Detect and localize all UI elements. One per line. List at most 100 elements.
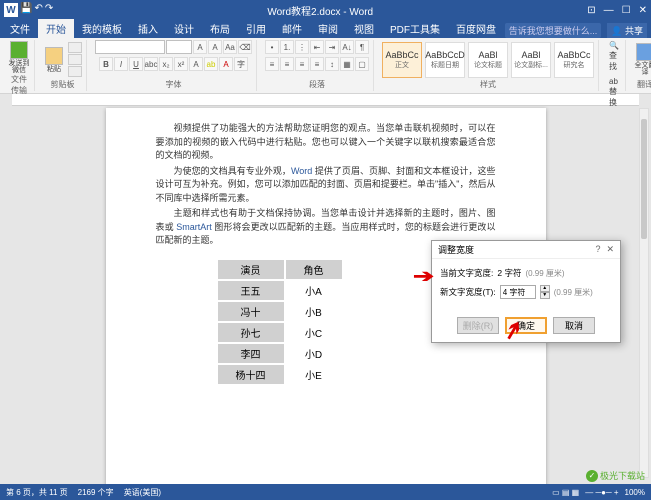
shrink-font-button[interactable]: A — [208, 40, 222, 54]
ruler[interactable] — [12, 94, 639, 106]
grow-font-button[interactable]: A — [193, 40, 207, 54]
table-row: 冯十小B — [218, 302, 342, 321]
styles-gallery[interactable]: AaBbCc正文 AaBbCcD标题日期 AaBl论文标题 AaBl论文副标..… — [382, 40, 594, 79]
current-width-label: 当前文字宽度: — [440, 267, 493, 279]
format-painter-button[interactable] — [68, 66, 82, 77]
numbering-button[interactable]: 1. — [280, 40, 294, 54]
table-row: 演员角色 — [218, 260, 342, 279]
tab-insert[interactable]: 插入 — [130, 19, 166, 38]
char-shading-button[interactable]: 字 — [234, 57, 248, 71]
dialog-close-icon[interactable]: ✕ — [606, 244, 614, 255]
tab-layout[interactable]: 布局 — [202, 19, 238, 38]
align-left-button[interactable]: ≡ — [265, 57, 279, 71]
sort-button[interactable]: A↓ — [340, 40, 354, 54]
tab-mail[interactable]: 邮件 — [274, 19, 310, 38]
font-color-button[interactable]: A — [219, 57, 233, 71]
tab-baidu[interactable]: 百度网盘 — [448, 19, 504, 38]
qa-undo-icon[interactable]: ↶ — [34, 3, 42, 17]
window-help-icon[interactable]: ⊡ — [587, 5, 595, 16]
tab-file[interactable]: 文件 — [2, 19, 38, 38]
vertical-scrollbar[interactable] — [639, 108, 649, 478]
status-bar: 第 6 页，共 11 页 2169 个字 英语(美国) ▭ ▤ ▦ — ─●─ … — [0, 484, 651, 500]
subscript-button[interactable]: x₂ — [159, 57, 173, 71]
bullets-button[interactable]: • — [265, 40, 279, 54]
style-2[interactable]: AaBl论文标题 — [468, 42, 508, 78]
table-row: 杨十四小E — [218, 365, 342, 384]
tellme-input[interactable]: 告诉我您想要做什么... — [505, 23, 602, 38]
qa-save-icon[interactable]: 💾 — [20, 3, 32, 17]
table-row: 孙七小C — [218, 323, 342, 342]
window-minimize-icon[interactable]: — — [604, 5, 614, 16]
style-4[interactable]: AaBbCc研究名 — [554, 42, 594, 78]
justify-button[interactable]: ≡ — [310, 57, 324, 71]
table-row: 李四小D — [218, 344, 342, 363]
style-1[interactable]: AaBbCcD标题日期 — [425, 42, 465, 78]
align-right-button[interactable]: ≡ — [295, 57, 309, 71]
zoom-slider[interactable]: — ─●─ + — [585, 488, 618, 497]
paste-button[interactable]: 粘贴 — [43, 43, 65, 77]
text-effects-button[interactable]: A — [189, 57, 203, 71]
change-case-button[interactable]: Aa — [223, 40, 237, 54]
remove-button[interactable]: 删除(R) — [457, 317, 499, 334]
current-width-cm: (0.99 厘米) — [525, 268, 564, 279]
tab-design[interactable]: 设计 — [166, 19, 202, 38]
font-name-combo[interactable] — [95, 40, 165, 54]
tab-mytemplate[interactable]: 我的模板 — [74, 19, 130, 38]
paragraph: 为使您的文档具有专业外观，Word 提供了页眉、页脚、封面和文本框设计，这些设计… — [156, 165, 496, 206]
multilevel-button[interactable]: ⋮ — [295, 40, 309, 54]
italic-button[interactable]: I — [114, 57, 128, 71]
style-3[interactable]: AaBl论文副标... — [511, 42, 551, 78]
dialog-title: 调整宽度 — [438, 243, 474, 256]
linespacing-button[interactable]: ↕ — [325, 57, 339, 71]
status-lang[interactable]: 英语(美国) — [124, 487, 161, 498]
group-clipboard-label: 剪贴板 — [43, 79, 82, 90]
cancel-button[interactable]: 取消 — [553, 317, 595, 334]
clear-format-button[interactable]: ⌫ — [238, 40, 252, 54]
new-width-input[interactable] — [500, 285, 536, 299]
shading-button[interactable]: ▦ — [340, 57, 354, 71]
group-filetransfer-label: 文件传输 — [8, 74, 30, 96]
scroll-thumb[interactable] — [641, 119, 647, 239]
tab-references[interactable]: 引用 — [238, 19, 274, 38]
group-translate-label: 翻译 — [634, 79, 651, 90]
status-words[interactable]: 2169 个字 — [78, 487, 114, 498]
zoom-level[interactable]: 100% — [625, 488, 645, 497]
superscript-button[interactable]: x² — [174, 57, 188, 71]
view-mode-icons[interactable]: ▭ ▤ ▦ — [552, 488, 579, 497]
replace-button[interactable]: ab替换 — [607, 76, 621, 109]
underline-button[interactable]: U — [129, 57, 143, 71]
borders-button[interactable]: ▢ — [355, 57, 369, 71]
adjust-width-dialog: 调整宽度 ?✕ 当前文字宽度: 2 字符 (0.99 厘米) 新文字宽度(T):… — [431, 240, 621, 343]
dialog-help-icon[interactable]: ? — [595, 244, 600, 255]
ok-button[interactable]: 确定 — [505, 317, 547, 334]
bold-button[interactable]: B — [99, 57, 113, 71]
strike-button[interactable]: abc — [144, 57, 158, 71]
group-font-label: 字体 — [95, 79, 252, 90]
send-wechat-button[interactable]: 发送到微信 — [8, 40, 30, 74]
current-width-value: 2 字符 — [497, 267, 521, 279]
status-page[interactable]: 第 6 页，共 11 页 — [6, 487, 68, 498]
indent-dec-button[interactable]: ⇤ — [310, 40, 324, 54]
cut-button[interactable] — [68, 42, 82, 53]
doc-title: Word教程2.docx - Word — [267, 3, 373, 18]
share-button[interactable]: 👤 共享 — [607, 23, 647, 38]
window-close-icon[interactable]: ✕ — [639, 5, 647, 16]
tab-home[interactable]: 开始 — [38, 19, 74, 38]
qa-redo-icon[interactable]: ↷ — [45, 3, 53, 17]
window-maximize-icon[interactable]: ☐ — [622, 5, 631, 16]
spinner-up-icon[interactable]: ▲ — [540, 285, 550, 292]
showmarks-button[interactable]: ¶ — [355, 40, 369, 54]
highlight-button[interactable]: ab — [204, 57, 218, 71]
group-paragraph-label: 段落 — [265, 79, 369, 90]
find-button[interactable]: 🔍查找 — [607, 40, 621, 73]
translate-button[interactable]: 全文翻译 — [634, 43, 651, 77]
tab-view[interactable]: 视图 — [346, 19, 382, 38]
font-size-combo[interactable] — [166, 40, 192, 54]
tab-pdf[interactable]: PDF工具集 — [382, 19, 448, 38]
spinner-down-icon[interactable]: ▼ — [540, 292, 550, 299]
style-normal[interactable]: AaBbCc正文 — [382, 42, 422, 78]
tab-review[interactable]: 审阅 — [310, 19, 346, 38]
align-center-button[interactable]: ≡ — [280, 57, 294, 71]
copy-button[interactable] — [68, 54, 82, 65]
indent-inc-button[interactable]: ⇥ — [325, 40, 339, 54]
